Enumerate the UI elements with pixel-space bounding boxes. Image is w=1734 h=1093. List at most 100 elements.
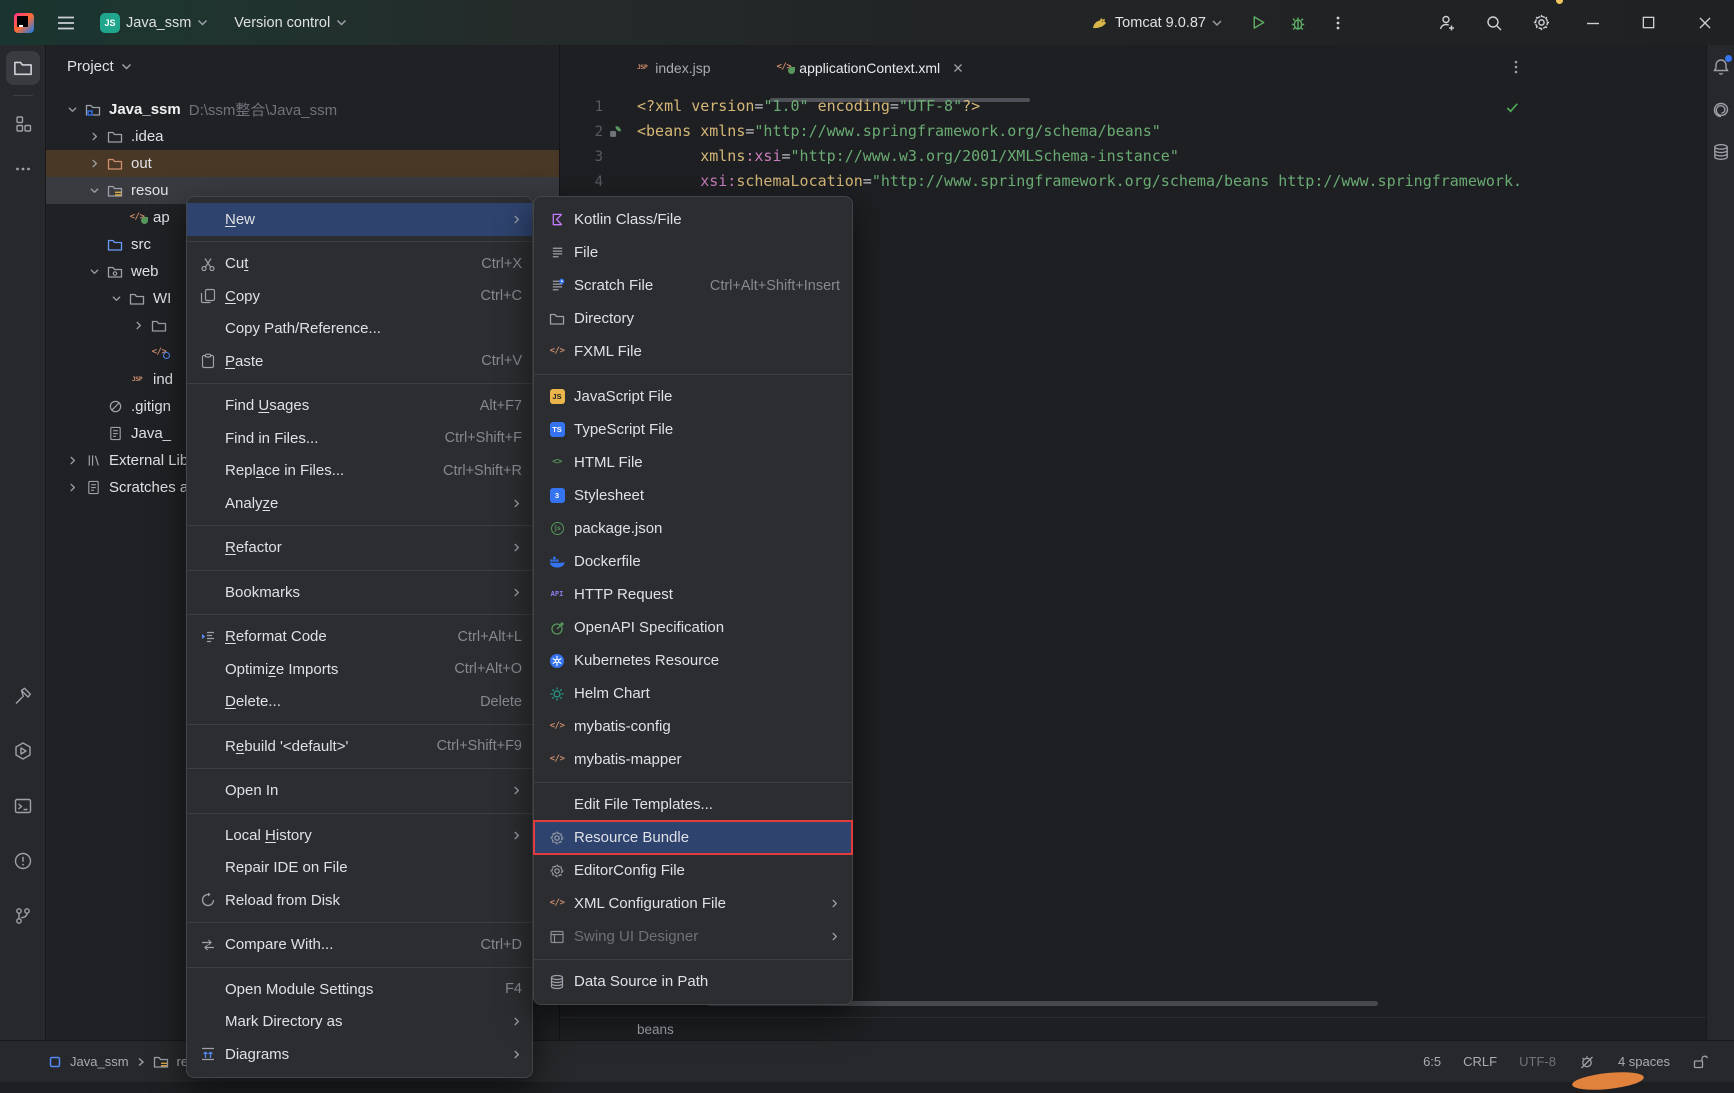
- code-line-3[interactable]: 3 xmlns:xsi="http://www.w3.org/2001/XMLS…: [561, 144, 1706, 169]
- services-tool-button[interactable]: [6, 734, 40, 768]
- database-tool-icon[interactable]: [1712, 143, 1730, 161]
- menu-item-paste[interactable]: Paste Ctrl+V: [187, 345, 532, 378]
- menu-item-kubernetes-resource[interactable]: Kubernetes Resource: [534, 644, 852, 677]
- structure-tool-button[interactable]: [6, 107, 40, 141]
- chevron-down-icon[interactable]: [84, 266, 105, 277]
- vcs-widget[interactable]: Version control: [234, 15, 347, 31]
- menu-item-typescript-file[interactable]: TS TypeScript File: [534, 413, 852, 446]
- project-tool-button[interactable]: [6, 51, 40, 85]
- tab-options-icon[interactable]: [1508, 59, 1524, 75]
- menu-item-http-request[interactable]: API HTTP Request: [534, 578, 852, 611]
- run-configuration-widget[interactable]: Tomcat 9.0.87: [1062, 14, 1222, 32]
- menu-item-edit-file-templates[interactable]: Edit File Templates...: [534, 788, 852, 821]
- status-breadcrumb[interactable]: Java_ssm res: [0, 1054, 195, 1070]
- more-actions-icon[interactable]: [1318, 0, 1358, 45]
- code-line-1[interactable]: 1 <?xml version="1.0" encoding="UTF-8"?>: [561, 94, 1706, 119]
- menu-item-rebuild-default[interactable]: Rebuild '<default>' Ctrl+Shift+F9: [187, 730, 532, 763]
- menu-item-delete[interactable]: Delete... Delete: [187, 686, 532, 719]
- terminal-tool-button[interactable]: [6, 789, 40, 823]
- debug-button[interactable]: [1278, 0, 1318, 45]
- breadcrumb-beans[interactable]: beans: [637, 1022, 674, 1037]
- menu-item-copy[interactable]: Copy Ctrl+C: [187, 280, 532, 313]
- menu-item-helm-chart[interactable]: Helm Chart: [534, 677, 852, 710]
- search-everywhere-icon[interactable]: [1474, 0, 1514, 45]
- project-widget[interactable]: JS Java_ssm: [100, 13, 208, 33]
- menu-item-open-module-settings[interactable]: Open Module Settings F4: [187, 973, 532, 1006]
- menu-item-file[interactable]: File: [534, 236, 852, 269]
- editor-breadcrumbs[interactable]: beans: [561, 1017, 1706, 1040]
- menu-item-mark-directory-as[interactable]: Mark Directory as: [187, 1006, 532, 1039]
- menu-item-directory[interactable]: Directory: [534, 302, 852, 335]
- menu-item-diagrams[interactable]: Diagrams: [187, 1038, 532, 1071]
- git-tool-button[interactable]: [6, 899, 40, 933]
- indent-setting[interactable]: 4 spaces: [1618, 1054, 1670, 1069]
- tree-item-out[interactable]: out: [46, 150, 559, 177]
- chevron-right-icon[interactable]: [128, 320, 149, 331]
- menu-item-find-in-files[interactable]: Find in Files... Ctrl+Shift+F: [187, 422, 532, 455]
- run-button[interactable]: [1238, 0, 1278, 45]
- menu-item-cut[interactable]: Cut Ctrl+X: [187, 248, 532, 281]
- menu-item-local-history[interactable]: Local History: [187, 819, 532, 852]
- menu-item-html-file[interactable]: <> HTML File: [534, 446, 852, 479]
- tree-item-java-ssm[interactable]: Java_ssm D:\ssm整合\Java_ssm: [46, 96, 559, 123]
- menu-item-replace-in-files[interactable]: Replace in Files... Ctrl+Shift+R: [187, 455, 532, 488]
- menu-item-dockerfile[interactable]: Dockerfile: [534, 545, 852, 578]
- menu-item-reload-from-disk[interactable]: Reload from Disk: [187, 884, 532, 917]
- menu-item-bookmarks[interactable]: Bookmarks: [187, 576, 532, 609]
- status-project-name[interactable]: Java_ssm: [70, 1054, 129, 1069]
- more-tool-windows-icon[interactable]: [6, 152, 40, 186]
- menu-item-editorconfig-file[interactable]: EditorConfig File: [534, 854, 852, 887]
- menu-item-new[interactable]: New: [187, 203, 532, 236]
- window-minimize-button[interactable]: [1573, 0, 1613, 45]
- line-separator[interactable]: CRLF: [1463, 1054, 1497, 1069]
- menu-item-analyze[interactable]: Analyze: [187, 487, 532, 520]
- menu-item-compare-with[interactable]: Compare With... Ctrl+D: [187, 929, 532, 962]
- hamburger-menu-icon[interactable]: [46, 0, 86, 45]
- window-close-button[interactable]: [1685, 0, 1725, 45]
- chevron-down-icon[interactable]: [84, 185, 105, 196]
- menu-item-find-usages[interactable]: Find Usages Alt+F7: [187, 390, 532, 423]
- chevron-right-icon[interactable]: [62, 455, 83, 466]
- caret-position[interactable]: 6:5: [1423, 1054, 1441, 1069]
- menu-item-mybatis-mapper[interactable]: </> mybatis-mapper: [534, 743, 852, 776]
- settings-gear-icon[interactable]: [1521, 0, 1561, 45]
- highlighting-level-icon[interactable]: [1578, 1053, 1596, 1071]
- chevron-down-icon[interactable]: [106, 293, 127, 304]
- menu-item-scratch-file[interactable]: Scratch File Ctrl+Alt+Shift+Insert: [534, 269, 852, 302]
- code-line-4[interactable]: 4 xsi:schemaLocation="http://www.springf…: [561, 169, 1706, 194]
- menu-item-xml-configuration-file[interactable]: </> XML Configuration File: [534, 887, 852, 920]
- tab-applicationcontext-xml[interactable]: </> applicationContext.xml: [765, 45, 977, 90]
- tab-close-icon[interactable]: [952, 62, 964, 74]
- code-editor[interactable]: 1 <?xml version="1.0" encoding="UTF-8"?>…: [561, 94, 1706, 194]
- chevron-right-icon[interactable]: [84, 158, 105, 169]
- menu-item-javascript-file[interactable]: JS JavaScript File: [534, 380, 852, 413]
- file-encoding[interactable]: UTF-8: [1519, 1054, 1556, 1069]
- project-panel-header[interactable]: Project: [46, 45, 559, 87]
- menu-item-repair-ide-on-file[interactable]: Repair IDE on File: [187, 852, 532, 885]
- chevron-right-icon[interactable]: [84, 131, 105, 142]
- menu-item-fxml-file[interactable]: </> FXML File: [534, 335, 852, 368]
- menu-item-refactor[interactable]: Refactor: [187, 532, 532, 565]
- chevron-down-icon[interactable]: [62, 104, 83, 115]
- menu-item-package-json[interactable]: js package.json: [534, 512, 852, 545]
- menu-item-stylesheet[interactable]: 3 Stylesheet: [534, 479, 852, 512]
- menu-item-openapi-specification[interactable]: OpenAPI Specification: [534, 611, 852, 644]
- menu-item-swing-ui-designer[interactable]: Swing UI Designer: [534, 920, 852, 953]
- menu-item-copy-path-reference[interactable]: Copy Path/Reference...: [187, 313, 532, 346]
- menu-item-kotlin-class-file[interactable]: Kotlin Class/File: [534, 203, 852, 236]
- code-with-me-button[interactable]: [1427, 0, 1467, 45]
- notifications-bell-icon[interactable]: [1711, 57, 1731, 77]
- spring-bean-icon[interactable]: [609, 125, 622, 138]
- ai-assistant-icon[interactable]: [1711, 100, 1731, 120]
- problems-tool-button[interactable]: [6, 844, 40, 878]
- tree-item-idea[interactable]: .idea: [46, 123, 559, 150]
- menu-item-reformat-code[interactable]: Reformat Code Ctrl+Alt+L: [187, 621, 532, 654]
- menu-item-optimize-imports[interactable]: Optimize Imports Ctrl+Alt+O: [187, 653, 532, 686]
- build-tool-button[interactable]: [6, 679, 40, 713]
- window-maximize-button[interactable]: [1628, 0, 1668, 45]
- menu-item-mybatis-config[interactable]: </> mybatis-config: [534, 710, 852, 743]
- menu-item-data-source-in-path[interactable]: Data Source in Path: [534, 965, 852, 998]
- chevron-right-icon[interactable]: [62, 482, 83, 493]
- code-line-2[interactable]: 2 <beans xmlns="http://www.springframewo…: [561, 119, 1706, 144]
- menu-item-open-in[interactable]: Open In: [187, 775, 532, 808]
